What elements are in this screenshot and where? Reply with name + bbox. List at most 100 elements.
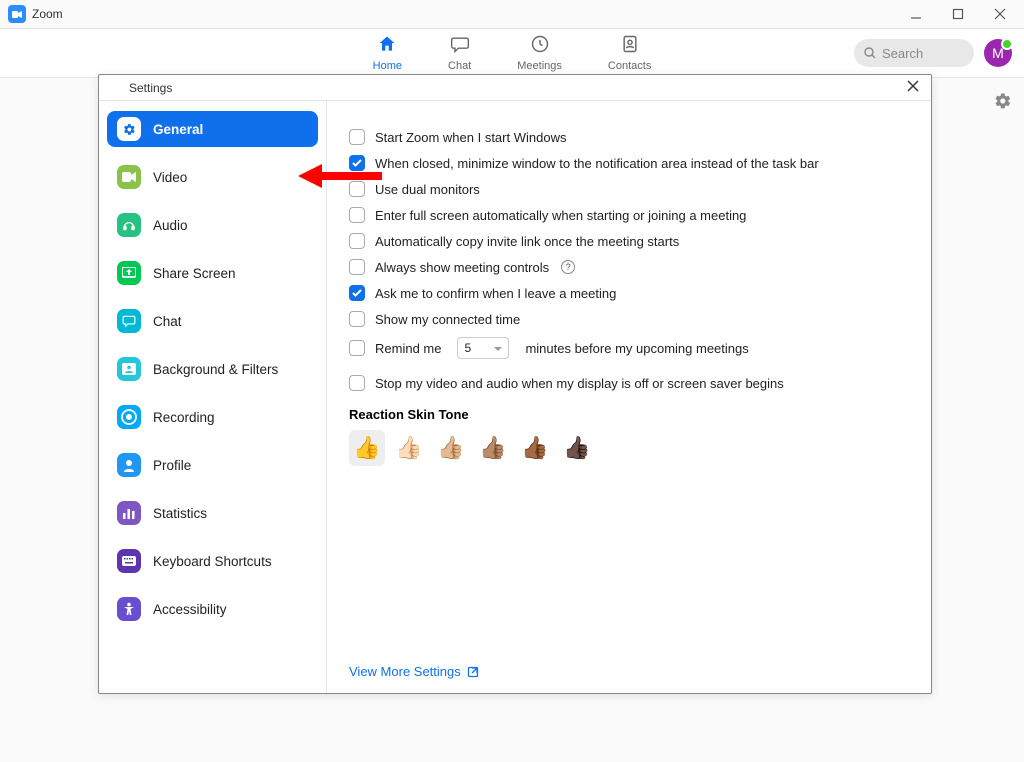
keyboard-icon (117, 549, 141, 573)
sidebar-item-label: Keyboard Shortcuts (153, 554, 272, 569)
sidebar-item-label: Chat (153, 314, 182, 329)
skin-tone-option[interactable]: 👍🏿 (559, 430, 595, 466)
avatar[interactable]: M (984, 39, 1012, 67)
remind-minutes-select[interactable]: 5 (457, 337, 509, 359)
checkbox[interactable] (349, 259, 365, 275)
close-button[interactable] (988, 2, 1012, 26)
recording-icon (117, 405, 141, 429)
nav-contacts[interactable]: Contacts (608, 34, 651, 72)
profile-icon (117, 453, 141, 477)
nav-meetings[interactable]: Meetings (517, 34, 562, 72)
remind-prefix: Remind me (375, 341, 441, 356)
view-more-settings-link[interactable]: View More Settings (349, 664, 479, 679)
sidebar-item-profile[interactable]: Profile (107, 447, 318, 483)
meetings-icon (530, 34, 550, 59)
checkbox-label: Automatically copy invite link once the … (375, 234, 679, 249)
sidebar-item-label: Statistics (153, 506, 207, 521)
nav-label: Home (373, 60, 402, 72)
sidebar-item-general[interactable]: General (107, 111, 318, 147)
sidebar-item-label: Background & Filters (153, 362, 278, 377)
setting-option[interactable]: Always show meeting controls? (349, 259, 909, 275)
skin-tone-option[interactable]: 👍🏼 (433, 430, 469, 466)
sidebar-item-audio[interactable]: Audio (107, 207, 318, 243)
home-icon (377, 34, 397, 59)
sidebar-item-statistics[interactable]: Statistics (107, 495, 318, 531)
checkbox-label: Use dual monitors (375, 182, 480, 197)
video-icon (117, 165, 141, 189)
checkbox[interactable] (349, 340, 365, 356)
audio-icon (117, 213, 141, 237)
statistics-icon (117, 501, 141, 525)
skin-tone-option[interactable]: 👍🏻 (391, 430, 427, 466)
skin-tone-option[interactable]: 👍 (349, 430, 385, 466)
minimize-button[interactable] (904, 2, 928, 26)
sidebar-item-background[interactable]: Background & Filters (107, 351, 318, 387)
skin-tone-picker: 👍👍🏻👍🏼👍🏽👍🏾👍🏿 (349, 430, 909, 466)
skin-tone-option[interactable]: 👍🏾 (517, 430, 553, 466)
sidebar-item-label: Recording (153, 410, 215, 425)
checkbox[interactable] (349, 285, 365, 301)
settings-dialog: Settings General Video Audio Share Screen Ch… (98, 74, 932, 694)
checkbox[interactable] (349, 181, 365, 197)
nav-chat[interactable]: Chat (448, 34, 471, 72)
checkbox-label: Stop my video and audio when my display … (375, 376, 784, 391)
checkbox[interactable] (349, 207, 365, 223)
dialog-close-button[interactable] (903, 79, 923, 97)
search-input[interactable]: Search (854, 39, 974, 67)
help-icon[interactable]: ? (561, 260, 575, 274)
setting-option[interactable]: When closed, minimize window to the noti… (349, 155, 909, 171)
chat-icon (117, 309, 141, 333)
titlebar: Zoom (0, 0, 1024, 28)
checkbox-label: Start Zoom when I start Windows (375, 130, 566, 145)
main-toolbar: Home Chat Meetings Contacts Search M (0, 28, 1024, 78)
checkbox[interactable] (349, 233, 365, 249)
checkbox[interactable] (349, 129, 365, 145)
sidebar-item-label: Share Screen (153, 266, 236, 281)
general-icon (117, 117, 141, 141)
nav-label: Contacts (608, 60, 651, 72)
dialog-title: Settings (129, 81, 172, 95)
dialog-header: Settings (99, 75, 931, 101)
sidebar-item-share-screen[interactable]: Share Screen (107, 255, 318, 291)
checkbox-label: When closed, minimize window to the noti… (375, 156, 819, 171)
settings-content: Start Zoom when I start Windows When clos… (327, 101, 931, 693)
sidebar-item-label: Video (153, 170, 187, 185)
remind-me-option[interactable]: Remind me 5 minutes before my upcoming m… (349, 337, 909, 359)
remind-suffix: minutes before my upcoming meetings (525, 341, 748, 356)
sidebar-item-chat[interactable]: Chat (107, 303, 318, 339)
background-icon (117, 357, 141, 381)
skin-tone-heading: Reaction Skin Tone (349, 407, 909, 422)
checkbox-label: Ask me to confirm when I leave a meeting (375, 286, 616, 301)
app-title: Zoom (32, 7, 63, 21)
checkbox[interactable] (349, 311, 365, 327)
setting-option[interactable]: Enter full screen automatically when sta… (349, 207, 909, 223)
settings-gear-icon[interactable] (994, 92, 1012, 115)
sidebar-item-label: General (153, 122, 203, 137)
setting-option[interactable]: Automatically copy invite link once the … (349, 233, 909, 249)
checkbox[interactable] (349, 155, 365, 171)
sidebar-item-label: Audio (153, 218, 188, 233)
share-screen-icon (117, 261, 141, 285)
contacts-icon (620, 34, 640, 59)
setting-option[interactable]: Use dual monitors (349, 181, 909, 197)
setting-option[interactable]: Start Zoom when I start Windows (349, 129, 909, 145)
sidebar-item-accessibility[interactable]: Accessibility (107, 591, 318, 627)
sidebar-item-video[interactable]: Video (107, 159, 318, 195)
stop-video-option[interactable]: Stop my video and audio when my display … (349, 375, 909, 391)
nav-label: Chat (448, 60, 471, 72)
zoom-app-icon (8, 5, 26, 23)
search-placeholder: Search (882, 46, 923, 61)
maximize-button[interactable] (946, 2, 970, 26)
chat-icon (450, 34, 470, 59)
checkbox-label: Show my connected time (375, 312, 520, 327)
nav-home[interactable]: Home (373, 34, 402, 72)
accessibility-icon (117, 597, 141, 621)
setting-option[interactable]: Ask me to confirm when I leave a meeting (349, 285, 909, 301)
sidebar-item-keyboard[interactable]: Keyboard Shortcuts (107, 543, 318, 579)
settings-sidebar: General Video Audio Share Screen Chat Backgro… (99, 101, 327, 693)
setting-option[interactable]: Show my connected time (349, 311, 909, 327)
sidebar-item-label: Profile (153, 458, 191, 473)
sidebar-item-recording[interactable]: Recording (107, 399, 318, 435)
checkbox[interactable] (349, 375, 365, 391)
skin-tone-option[interactable]: 👍🏽 (475, 430, 511, 466)
